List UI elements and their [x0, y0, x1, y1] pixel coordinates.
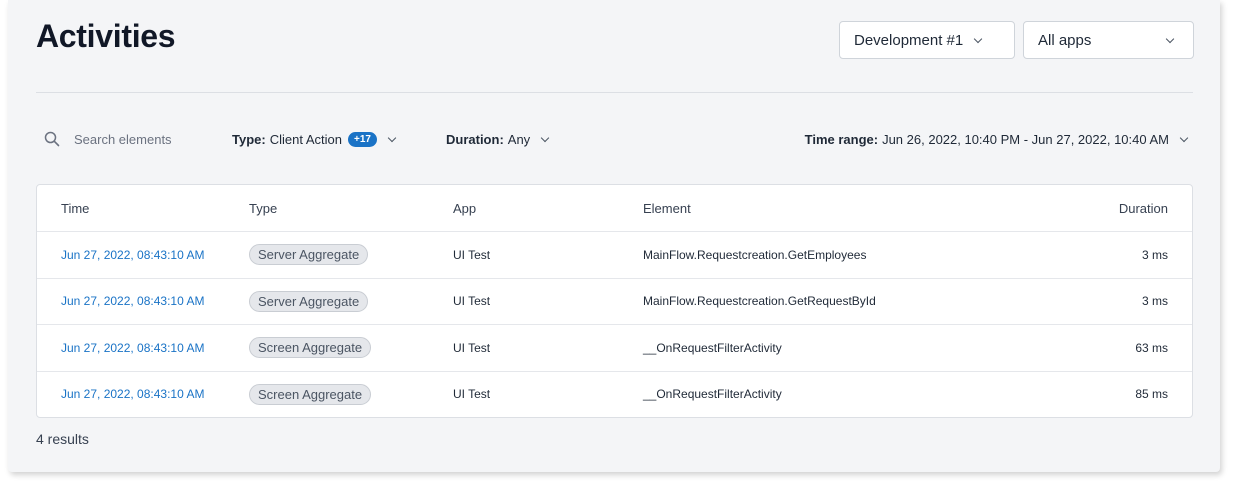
search-input[interactable]	[66, 127, 242, 151]
time-link[interactable]: Jun 27, 2022, 08:43:10 AM	[61, 372, 204, 418]
chevron-down-icon	[387, 133, 397, 142]
chevron-down-icon	[540, 133, 550, 142]
table-row[interactable]: Jun 27, 2022, 08:43:10 AM Server Aggrega…	[37, 232, 1192, 279]
column-header-time[interactable]: Time	[61, 185, 89, 231]
type-cell: Server Aggregate	[249, 232, 369, 278]
activities-panel: Activities Development #1 All apps Type:…	[8, 0, 1220, 472]
duration-cell: 3 ms	[1141, 247, 1168, 262]
header-divider	[36, 92, 1193, 93]
chevron-down-icon	[973, 34, 983, 43]
type-filter-count-badge: +17	[347, 131, 377, 147]
element-cell: __OnRequestFilterActivity	[643, 387, 782, 402]
column-header-type[interactable]: Type	[249, 185, 277, 231]
column-header-element[interactable]: Element	[643, 185, 691, 231]
table-row[interactable]: Jun 27, 2022, 08:43:10 AM Screen Aggrega…	[37, 372, 1192, 418]
page-title: Activities	[36, 18, 176, 54]
time-range-filter[interactable]: Time range: Jun 26, 2022, 10:40 PM - Jun…	[805, 125, 1193, 153]
time-range-filter-key: Time range:	[804, 131, 879, 147]
duration-filter[interactable]: Duration: Any	[446, 125, 550, 153]
column-header-duration[interactable]: Duration	[1119, 185, 1168, 231]
column-header-app[interactable]: App	[453, 185, 476, 231]
type-filter[interactable]: Type: Client Action +17	[232, 125, 397, 153]
duration-filter-key: Duration:	[446, 131, 504, 147]
element-cell: __OnRequestFilterActivity	[643, 340, 782, 355]
type-cell: Server Aggregate	[249, 279, 369, 325]
duration-cell: 85 ms	[1135, 387, 1168, 402]
type-filter-key: Type:	[232, 131, 266, 147]
app-cell: UI Test	[453, 247, 491, 262]
duration-filter-value: Any	[507, 131, 531, 147]
time-link[interactable]: Jun 27, 2022, 08:43:10 AM	[61, 325, 204, 371]
type-pill: Server Aggregate	[249, 290, 369, 312]
type-pill: Screen Aggregate	[249, 337, 372, 359]
results-count: 4 results	[36, 431, 89, 447]
filter-bar: Type: Client Action +17 Duration: Any Ti…	[36, 125, 1193, 153]
time-link[interactable]: Jun 27, 2022, 08:43:10 AM	[61, 279, 204, 325]
time-range-filter-value: Jun 26, 2022, 10:40 PM - Jun 27, 2022, 1…	[882, 131, 1169, 147]
app-cell: UI Test	[453, 294, 491, 309]
search-icon	[44, 131, 60, 147]
type-cell: Screen Aggregate	[249, 325, 372, 371]
app-select[interactable]: All apps	[1023, 21, 1194, 59]
duration-cell: 63 ms	[1135, 340, 1168, 355]
type-cell: Screen Aggregate	[249, 372, 372, 418]
type-pill: Server Aggregate	[249, 244, 369, 266]
chevron-down-icon	[1179, 133, 1189, 142]
element-cell: MainFlow.Requestcreation.GetEmployees	[643, 247, 867, 262]
app-select-label: All apps	[1038, 31, 1092, 49]
activities-table: Time Type App Element Duration Jun 27, 2…	[36, 184, 1193, 418]
table-row[interactable]: Jun 27, 2022, 08:43:10 AM Screen Aggrega…	[37, 325, 1192, 372]
app-cell: UI Test	[453, 340, 491, 355]
element-cell: MainFlow.Requestcreation.GetRequestById	[643, 294, 876, 309]
type-filter-value: Client Action	[269, 131, 342, 147]
environment-select-label: Development #1	[854, 31, 964, 49]
table-header-row: Time Type App Element Duration	[37, 185, 1192, 232]
duration-cell: 3 ms	[1141, 294, 1168, 309]
time-link[interactable]: Jun 27, 2022, 08:43:10 AM	[61, 232, 204, 278]
app-cell: UI Test	[453, 387, 491, 402]
type-pill: Screen Aggregate	[249, 383, 372, 405]
chevron-down-icon	[1165, 34, 1175, 43]
table-row[interactable]: Jun 27, 2022, 08:43:10 AM Server Aggrega…	[37, 279, 1192, 325]
environment-select[interactable]: Development #1	[839, 21, 1015, 59]
